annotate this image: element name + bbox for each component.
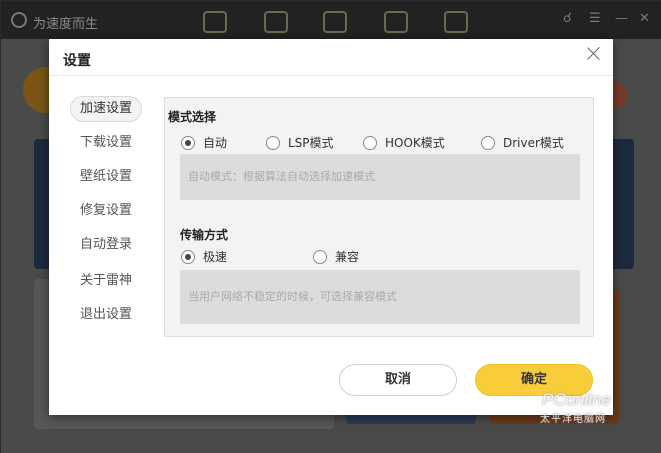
- transfer-section-title: 传输方式: [180, 228, 229, 242]
- sidebar-item-repair[interactable]: 修复设置: [70, 198, 142, 224]
- radio-label: HOOK模式: [385, 136, 445, 150]
- minimize-icon[interactable]: —: [615, 11, 628, 26]
- radio-indicator: [181, 250, 195, 264]
- app-title: 为速度而生: [33, 17, 99, 32]
- sidebar-item-auto-login[interactable]: 自动登录: [70, 232, 142, 258]
- menu-icon[interactable]: ☰: [589, 11, 601, 26]
- radio-label: 兼容: [335, 250, 360, 264]
- sidebar-item-about[interactable]: 关于雷神: [70, 268, 142, 294]
- radio-label: 极速: [203, 250, 228, 264]
- radio-indicator: [181, 136, 195, 150]
- radio-label: 自动: [203, 136, 228, 150]
- window-close-icon[interactable]: ✕: [639, 11, 650, 26]
- sidebar-item-wallpaper[interactable]: 壁纸设置: [70, 164, 142, 190]
- close-icon[interactable]: [583, 43, 605, 65]
- transfer-hint-box: 当用户网络不稳定的时候，可选择兼容模式: [180, 270, 580, 324]
- dialog-title: 设置: [63, 53, 91, 69]
- shop-nav-icon[interactable]: [444, 11, 468, 33]
- radio-label: LSP模式: [288, 136, 334, 150]
- radio-indicator: [266, 136, 280, 150]
- game-nav-icon[interactable]: [264, 11, 288, 33]
- wallpaper-nav-icon[interactable]: [384, 11, 408, 33]
- title-divider: [49, 75, 613, 76]
- title-bar: 为速度而生 ☌ ☰ — ✕: [1, 1, 661, 39]
- app-logo-icon: [11, 12, 27, 28]
- cancel-button[interactable]: 取消: [339, 364, 457, 396]
- mode-hint-box: 自动模式：根据算法自动选择加速模式: [180, 154, 580, 200]
- mode-section-title: 模式选择: [168, 110, 217, 124]
- radio-indicator: [313, 250, 327, 264]
- settings-dialog: 设置 加速设置 下载设置 壁纸设置 修复设置 自动登录 关于雷神 退出设置 模式…: [49, 39, 613, 415]
- sidebar-item-download[interactable]: 下载设置: [70, 130, 142, 156]
- radio-indicator: [363, 136, 377, 150]
- radio-label: Driver模式: [503, 136, 564, 150]
- sidebar-item-acceleration[interactable]: 加速设置: [70, 96, 142, 122]
- headset-icon[interactable]: ☌: [563, 11, 572, 26]
- sidebar-item-exit[interactable]: 退出设置: [70, 302, 142, 328]
- radio-indicator: [481, 136, 495, 150]
- confirm-button[interactable]: 确定: [475, 364, 593, 396]
- home-nav-icon[interactable]: [203, 11, 227, 33]
- download-nav-icon[interactable]: [323, 11, 347, 33]
- acceleration-settings-panel: 模式选择 自动 LSP模式 HOOK模式 Driver模式 自动模式：根据算法自…: [164, 97, 594, 337]
